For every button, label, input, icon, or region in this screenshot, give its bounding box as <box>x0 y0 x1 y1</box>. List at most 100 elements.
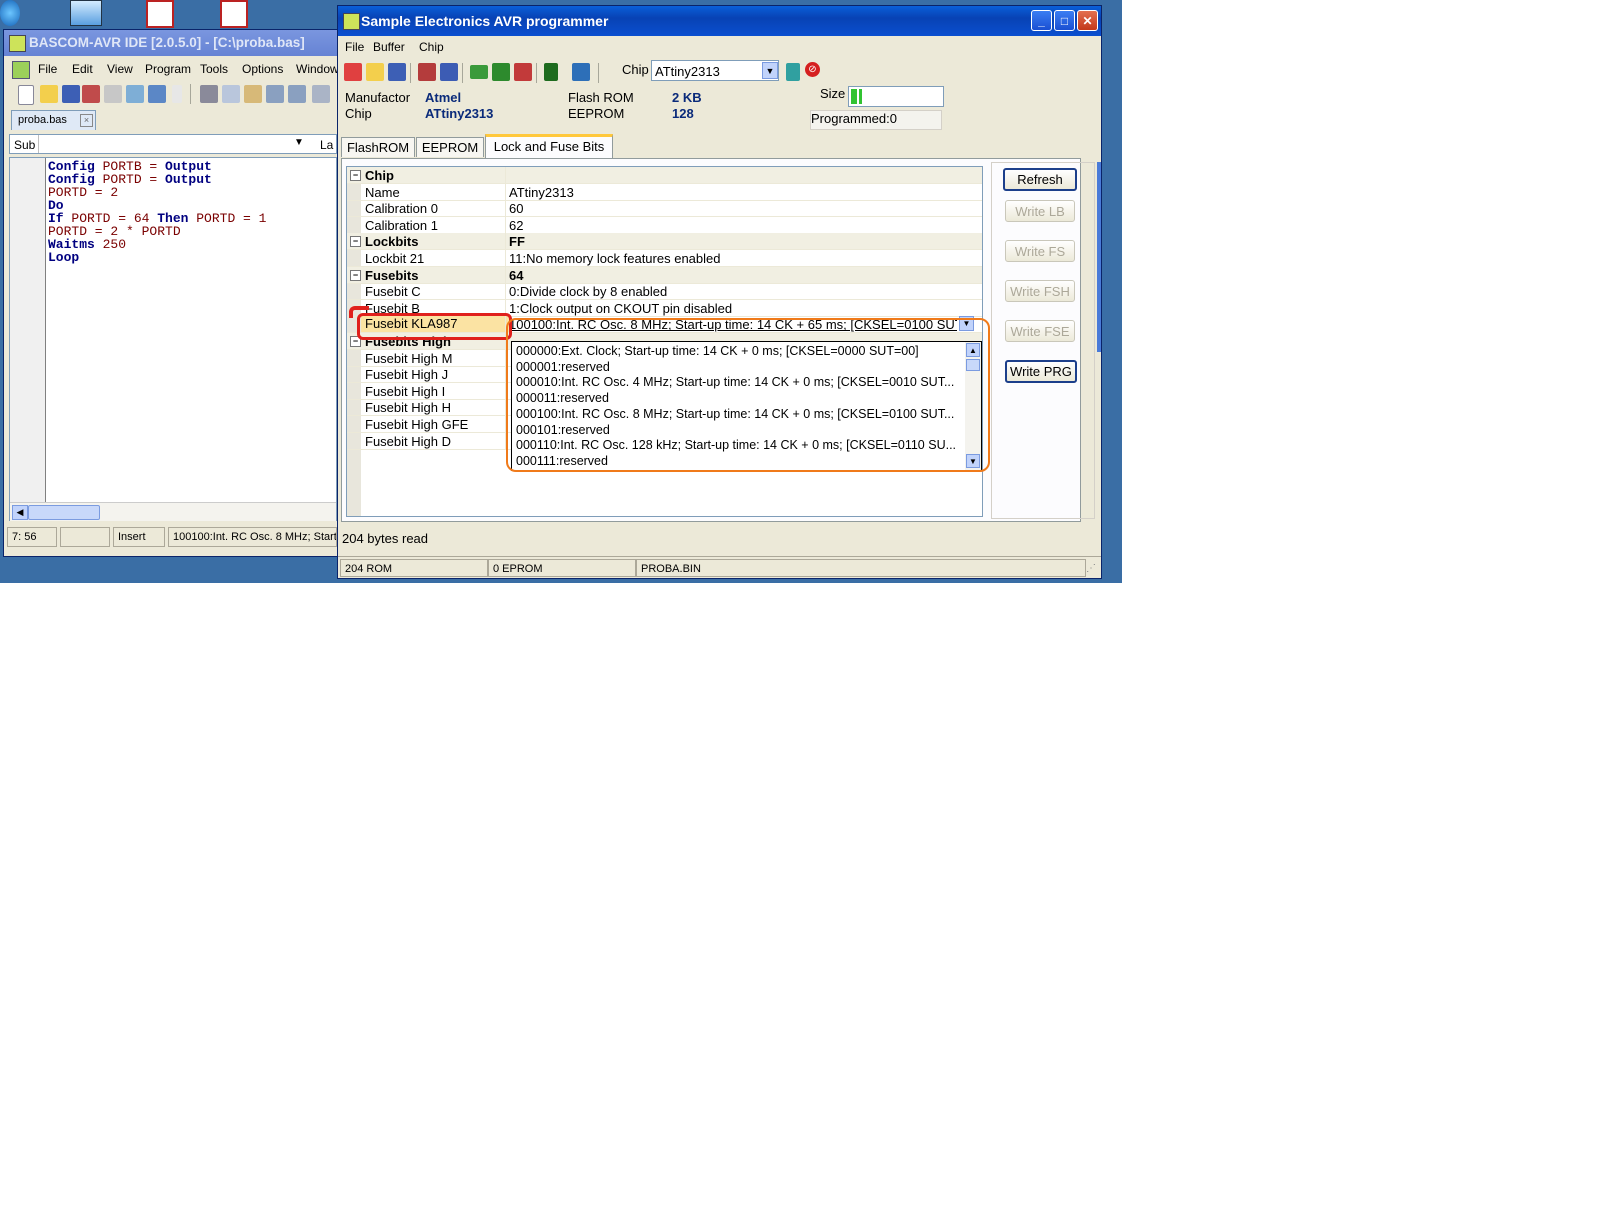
write-fsh-button[interactable]: Write FSH <box>1005 280 1075 302</box>
ide-menu-tools[interactable]: Tools <box>200 62 228 76</box>
find-icon[interactable] <box>312 85 330 103</box>
grid-category-row[interactable]: − Chip <box>347 167 982 184</box>
grid-row-name: Fusebit High M <box>365 350 453 366</box>
sub-selector[interactable]: Sub ▼ La <box>9 134 337 154</box>
close-tab-icon[interactable]: × <box>80 114 93 127</box>
resize-grip-icon[interactable]: ⋰ <box>1086 563 1096 574</box>
write-fse-button[interactable]: Write FSE <box>1005 320 1075 342</box>
programmer-statusbar: 204 ROM 0 EPROM PROBA.BIN ⋰ <box>338 556 1101 579</box>
sub-selector-label: Sub <box>14 138 36 152</box>
refresh-button[interactable]: Refresh <box>1003 168 1077 191</box>
unindent-icon[interactable] <box>288 85 306 103</box>
open-folder-icon[interactable] <box>40 85 58 103</box>
grid-row[interactable]: Name ATtiny2313 <box>347 183 982 201</box>
verify-chip-icon[interactable] <box>440 63 458 81</box>
read-chip-icon[interactable] <box>470 65 488 79</box>
prog-menu-buffer[interactable]: Buffer <box>373 40 405 54</box>
write-fs-button[interactable]: Write FS <box>1005 240 1075 262</box>
size-progress-bar <box>848 86 944 107</box>
grid-row-name: Fusebit High J <box>365 367 449 383</box>
ide-menu-options[interactable]: Options <box>242 62 283 76</box>
ide-menu-file[interactable]: File <box>38 62 57 76</box>
grid-row[interactable]: Lockbit 21 11:No memory lock features ena… <box>347 250 982 267</box>
open-folder-icon[interactable] <box>366 63 384 81</box>
collapse-icon[interactable]: − <box>350 170 361 181</box>
close-file-icon[interactable] <box>82 85 100 103</box>
scroll-left-icon[interactable]: ◀ <box>12 505 28 520</box>
ide-title: BASCOM-AVR IDE [2.0.5.0] - [C:\proba.bas… <box>29 35 305 50</box>
chip-icon[interactable] <box>544 63 558 81</box>
grid-row-name: Fusebit High D <box>365 433 451 449</box>
grid-row-value: ATtiny2313 <box>509 184 574 200</box>
maximize-button[interactable]: □ <box>1054 10 1075 31</box>
tab-eeprom[interactable]: EEPROM <box>416 137 484 157</box>
document-icon[interactable] <box>220 0 248 28</box>
grid-split <box>505 216 506 233</box>
eeprom-label: EEPROM <box>568 106 625 121</box>
grid-row[interactable]: Calibration 0 60 <box>347 200 982 218</box>
print-icon[interactable] <box>104 85 122 103</box>
close-button[interactable]: ✕ <box>1077 10 1098 31</box>
lock-chip-icon[interactable] <box>514 63 532 81</box>
grid-row-name: Fusebits <box>365 267 419 283</box>
save-icon[interactable] <box>62 85 80 103</box>
toolbar-separator <box>536 63 537 83</box>
flash-rom-label: Flash ROM <box>568 90 634 105</box>
copy-icon[interactable] <box>222 85 240 103</box>
autodetect-icon[interactable] <box>786 63 800 81</box>
chevron-down-icon[interactable]: ▼ <box>762 62 778 79</box>
write-prg-button[interactable]: Write PRG <box>1005 360 1077 383</box>
collapse-icon[interactable]: − <box>350 236 361 248</box>
save-icon[interactable] <box>388 63 406 81</box>
erase-icon[interactable] <box>344 63 362 81</box>
grid-row[interactable]: Fusebit C 0:Divide clock by 8 enabled <box>347 283 982 301</box>
file-tab[interactable]: proba.bas × <box>11 110 96 130</box>
identify-icon[interactable] <box>572 63 590 81</box>
write-lb-button[interactable]: Write LB <box>1005 200 1075 222</box>
grid-row-value: 60 <box>509 201 524 217</box>
programmer-app-icon <box>343 13 360 30</box>
ide-menu-edit[interactable]: Edit <box>72 62 93 76</box>
network-icon[interactable] <box>70 0 102 26</box>
tab-flashrom[interactable]: FlashROM <box>341 137 415 157</box>
code-editor[interactable]: Config PORTB = Output Config PORTD = Out… <box>9 157 337 521</box>
horizontal-scrollbar[interactable]: ◀ <box>10 502 336 521</box>
selector-divider <box>38 135 39 153</box>
scroll-thumb[interactable] <box>28 505 100 520</box>
toolbar-separator <box>462 63 463 83</box>
code-line: Waitms 250 <box>48 237 127 252</box>
grid-row[interactable]: Calibration 1 62 <box>347 216 982 234</box>
export-icon[interactable] <box>148 85 166 103</box>
grid-row-value: 1:Clock output on CKOUT pin disabled <box>509 300 733 316</box>
prog-menu-file[interactable]: File <box>345 40 364 54</box>
dropdown-highlight <box>506 318 990 472</box>
program-chip-icon[interactable] <box>418 63 436 81</box>
ide-menu-view[interactable]: View <box>107 62 133 76</box>
stop-icon[interactable]: ⊘ <box>805 62 820 77</box>
minimize-button[interactable]: _ <box>1031 10 1052 31</box>
internet-explorer-icon[interactable] <box>0 0 20 26</box>
new-file-icon[interactable] <box>18 85 34 105</box>
grid-category-row[interactable]: − Fusebits 64 <box>347 266 982 284</box>
print-preview-icon[interactable] <box>126 85 144 103</box>
indent-icon[interactable] <box>266 85 284 103</box>
programmer-titlebar[interactable]: Sample Electronics AVR programmer _ □ ✕ <box>338 6 1101 36</box>
ide-titlebar[interactable]: BASCOM-AVR IDE [2.0.5.0] - [C:\proba.bas… <box>4 30 337 56</box>
toolbar-separator <box>410 63 411 83</box>
write-chip-icon[interactable] <box>492 63 510 81</box>
tab-lock-and-fuse-bits[interactable]: Lock and Fuse Bits <box>485 134 613 158</box>
collapse-icon[interactable]: − <box>350 269 361 281</box>
paste-icon[interactable] <box>244 85 262 103</box>
grid-row-value: FF <box>509 234 525 250</box>
prog-menu-chip[interactable]: Chip <box>419 40 444 54</box>
chevron-down-icon[interactable]: ▼ <box>294 137 304 148</box>
document-icon[interactable] <box>146 0 174 28</box>
avr-programmer-window: Sample Electronics AVR programmer _ □ ✕ … <box>337 5 1102 579</box>
chevron-down-icon[interactable] <box>172 85 182 103</box>
ide-menu-program[interactable]: Program <box>145 62 191 76</box>
cut-icon[interactable] <box>200 85 218 103</box>
manufactor-value: Atmel <box>425 90 462 105</box>
chip-select[interactable]: ATtiny2313 ▼ <box>651 60 779 81</box>
ide-menu-window[interactable]: Window <box>296 62 339 76</box>
grid-category-row[interactable]: − Lockbits FF <box>347 233 982 251</box>
